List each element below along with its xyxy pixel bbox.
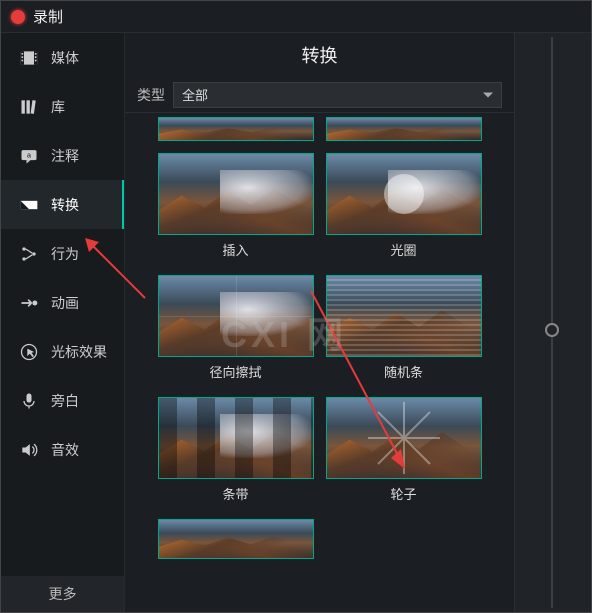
sidebar-item-label: 光标效果 — [51, 342, 107, 362]
sidebar: 媒体 库 a 注释 转换 行为 动画 — [1, 33, 125, 612]
transition-tile[interactable]: 渐变擦拭 — [326, 117, 482, 141]
sidebar-item-annotations[interactable]: a 注释 — [1, 131, 124, 180]
transition-tile[interactable]: 循环显示 — [158, 117, 314, 141]
type-label: 类型 — [137, 85, 165, 105]
sidebar-item-animations[interactable]: 动画 — [1, 278, 124, 327]
transition-tile[interactable] — [158, 519, 314, 559]
record-button[interactable]: 录制 — [33, 6, 63, 27]
sidebar-item-label: 动画 — [51, 293, 79, 313]
speaker-icon — [19, 440, 39, 460]
sidebar-item-transitions[interactable]: 转换 — [1, 180, 124, 229]
sidebar-item-audio[interactable]: 音效 — [1, 425, 124, 474]
sidebar-item-library[interactable]: 库 — [1, 82, 124, 131]
media-icon — [19, 48, 39, 68]
cursor-effects-icon — [19, 342, 39, 362]
transition-tile[interactable]: 条带 — [158, 397, 314, 507]
slider-handle[interactable] — [545, 323, 559, 337]
tile-label: 径向擦拭 — [158, 357, 314, 385]
type-dropdown[interactable]: 全部 — [173, 82, 502, 108]
tile-label: 条带 — [158, 479, 314, 507]
sidebar-item-behaviors[interactable]: 行为 — [1, 229, 124, 278]
transition-icon — [19, 195, 39, 215]
tile-label: 插入 — [158, 235, 314, 263]
animation-icon — [19, 293, 39, 313]
sidebar-item-label: 库 — [51, 97, 65, 117]
tile-label: 光圈 — [326, 235, 482, 263]
behaviors-icon — [19, 244, 39, 264]
sidebar-more[interactable]: 更多 — [1, 576, 124, 612]
annotation-icon: a — [19, 146, 39, 166]
microphone-icon — [19, 391, 39, 411]
sidebar-item-voiceover[interactable]: 旁白 — [1, 376, 124, 425]
transition-tile[interactable]: 光圈 — [326, 153, 482, 263]
sidebar-item-label: 行为 — [51, 244, 79, 264]
type-dropdown-value: 全部 — [182, 85, 208, 104]
sidebar-item-cursor[interactable]: 光标效果 — [1, 327, 124, 376]
record-icon — [11, 10, 25, 24]
right-panel — [515, 33, 591, 612]
transition-tile[interactable]: 轮子 — [326, 397, 482, 507]
transition-tile[interactable]: 随机条 — [326, 275, 482, 385]
transition-tile[interactable]: 径向擦拭 — [158, 275, 314, 385]
sidebar-item-label: 媒体 — [51, 48, 79, 68]
sidebar-item-media[interactable]: 媒体 — [1, 33, 124, 82]
transition-tile[interactable]: 插入 — [158, 153, 314, 263]
panel-title: 转换 — [125, 33, 514, 77]
sidebar-item-label: 音效 — [51, 440, 79, 460]
sidebar-item-label: 注释 — [51, 146, 79, 166]
tile-label: 轮子 — [326, 479, 482, 507]
main-panel: 转换 类型 全部 循环显示 渐变擦拭 — [125, 33, 515, 612]
tile-label: 随机条 — [326, 357, 482, 385]
sidebar-item-label: 旁白 — [51, 391, 79, 411]
sidebar-item-label: 转换 — [51, 195, 79, 215]
library-icon — [19, 97, 39, 117]
